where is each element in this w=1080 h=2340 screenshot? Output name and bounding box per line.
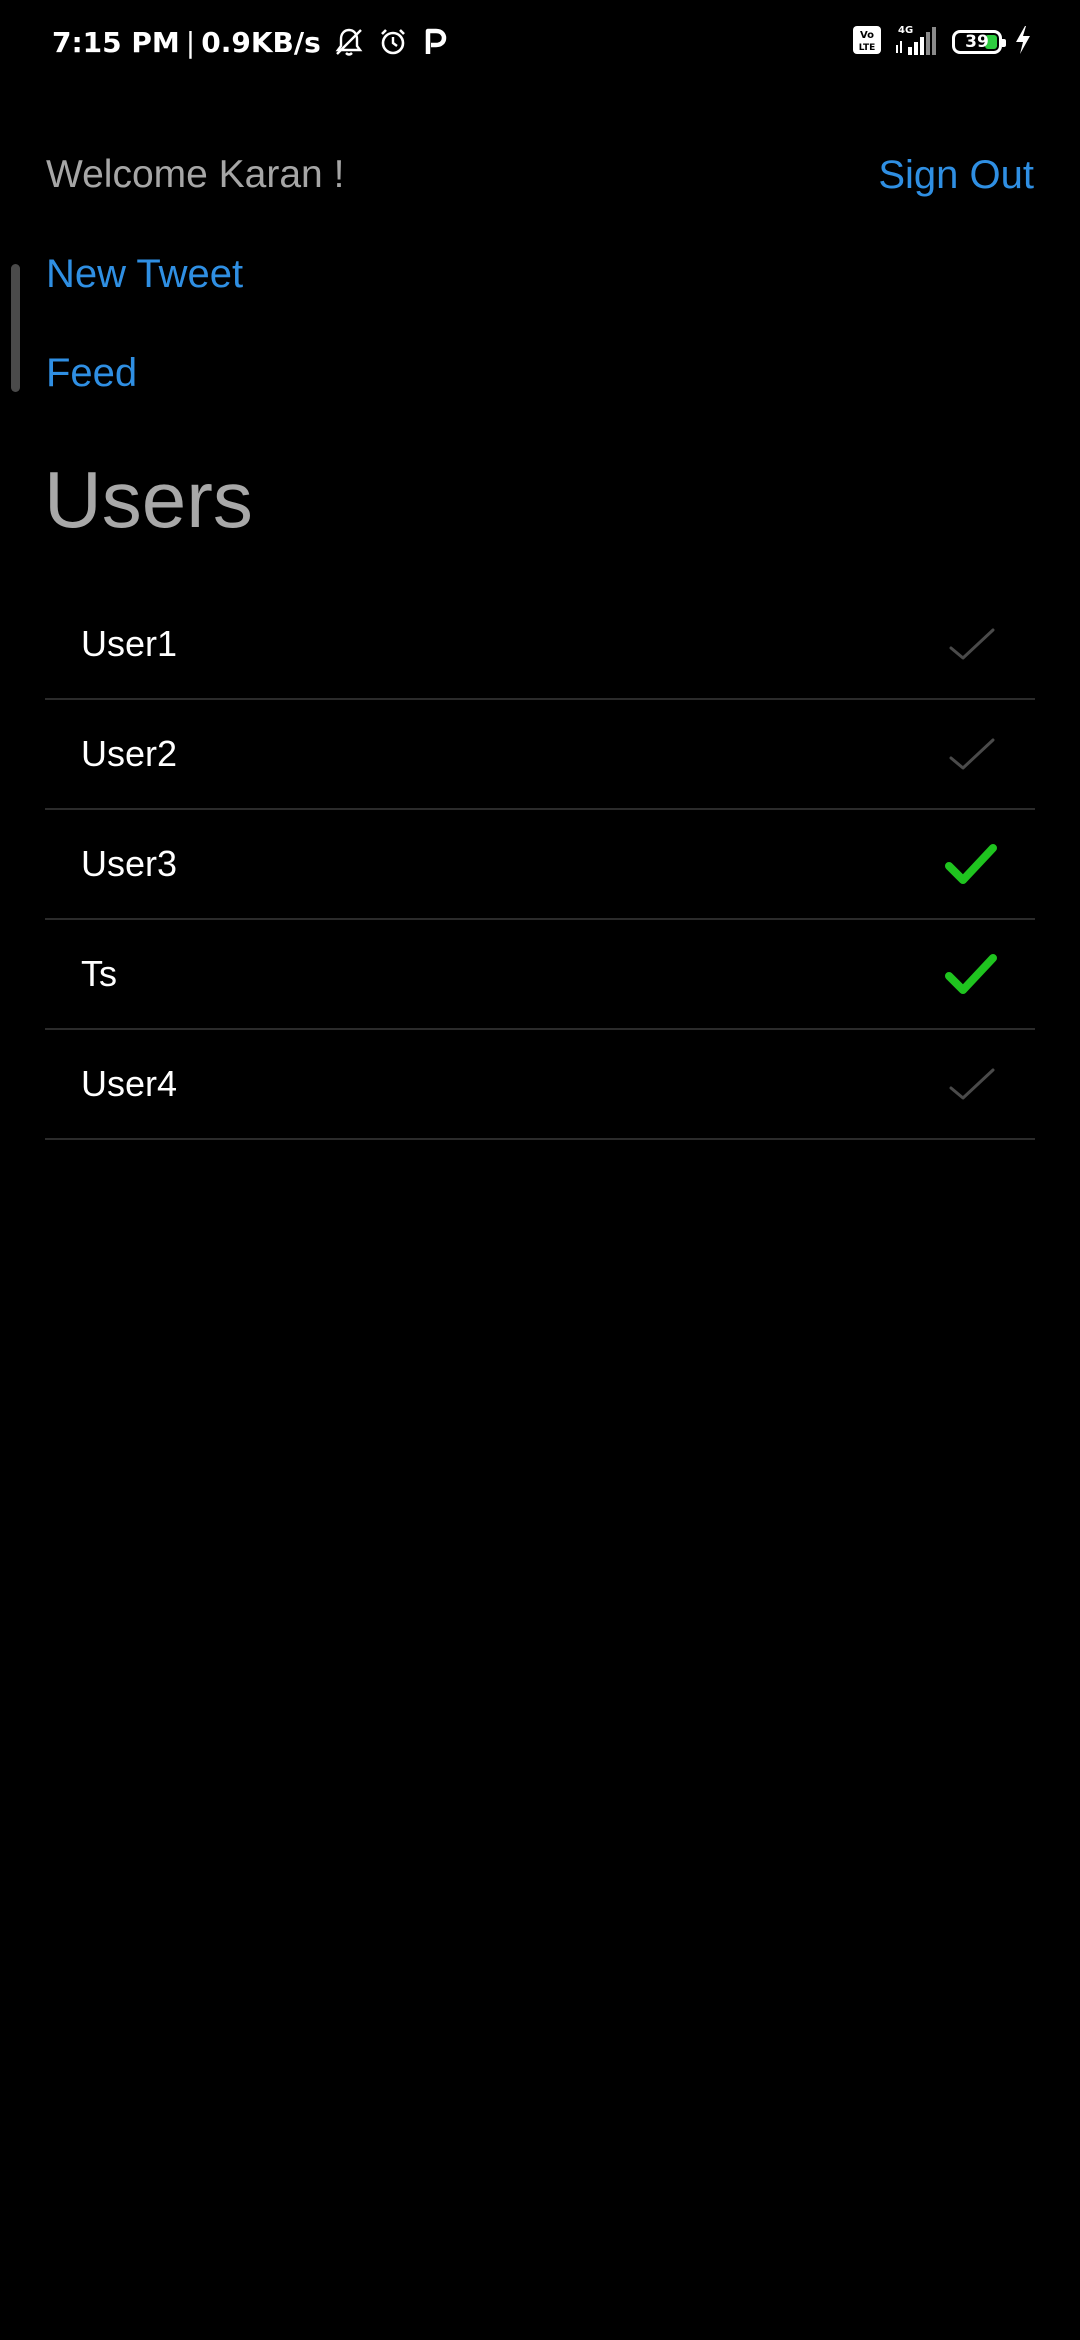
feed-link[interactable]: Feed — [46, 346, 137, 400]
status-time: 7:15 PM — [52, 25, 180, 59]
user-row[interactable]: User3 — [45, 810, 1035, 920]
new-tweet-link[interactable]: New Tweet — [46, 247, 243, 301]
user-row[interactable]: User1 — [45, 590, 1035, 700]
status-net-speed: 0.9KB/s — [201, 25, 321, 59]
page-title: Users — [44, 455, 253, 544]
welcome-text: Welcome Karan ! — [46, 153, 345, 196]
alarm-icon — [377, 26, 409, 58]
user-name: User4 — [81, 1063, 178, 1104]
battery-icon: 39 — [952, 30, 1006, 54]
svg-text:Vo: Vo — [860, 30, 874, 41]
user-name: User3 — [81, 843, 178, 884]
user-name: User1 — [81, 623, 178, 664]
status-bar-left: 7:15 PM | 0.9KB/s — [52, 22, 449, 62]
user-name: Ts — [81, 953, 117, 994]
status-separator: | — [185, 25, 196, 59]
status-bar-right: Vo LTE 4G 39 — [852, 24, 1032, 60]
volte-icon: Vo LTE — [852, 25, 882, 60]
charging-icon — [1014, 25, 1032, 60]
svg-text:LTE: LTE — [859, 43, 876, 53]
signal-icon: 4G — [894, 23, 940, 62]
user-list: User1 User2 User3 Ts User4 — [45, 590, 1035, 1140]
user-name: User2 — [81, 733, 178, 774]
user-row[interactable]: User4 — [45, 1030, 1035, 1140]
checkmark-unchecked-icon[interactable] — [943, 726, 999, 782]
battery-level: 39 — [965, 31, 989, 52]
sign-out-button[interactable]: Sign Out — [878, 148, 1034, 202]
checkmark-unchecked-icon[interactable] — [943, 616, 999, 672]
svg-text:4G: 4G — [898, 25, 913, 36]
checkmark-checked-icon[interactable] — [943, 836, 999, 892]
scroll-indicator[interactable] — [11, 264, 20, 392]
parking-icon — [421, 26, 449, 58]
user-row[interactable]: User2 — [45, 700, 1035, 810]
checkmark-checked-icon[interactable] — [943, 946, 999, 1002]
bell-off-icon — [333, 26, 365, 58]
checkmark-unchecked-icon[interactable] — [943, 1056, 999, 1112]
user-row[interactable]: Ts — [45, 920, 1035, 1030]
status-bar: 7:15 PM | 0.9KB/s Vo LTE 4G 39 — [0, 0, 1080, 80]
